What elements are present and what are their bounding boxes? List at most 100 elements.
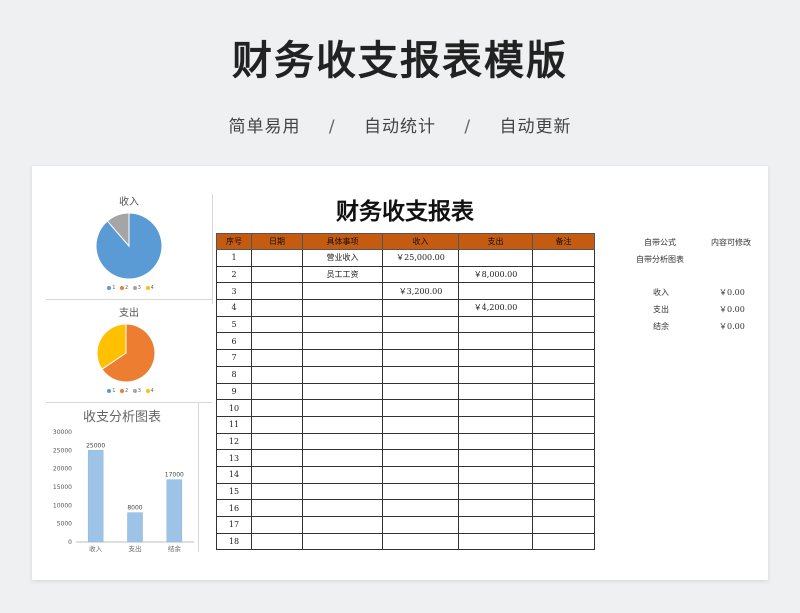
- note-cell[interactable]: [532, 265, 595, 284]
- row-number-cell[interactable]: 1: [216, 249, 252, 267]
- note-cell[interactable]: [532, 499, 595, 517]
- income-cell[interactable]: [382, 382, 459, 401]
- income-cell[interactable]: [382, 482, 459, 501]
- note-cell[interactable]: [532, 415, 595, 434]
- item-cell[interactable]: [302, 482, 383, 501]
- expense-cell[interactable]: [458, 432, 533, 451]
- note-cell[interactable]: [532, 399, 595, 417]
- item-cell[interactable]: [302, 365, 383, 384]
- expense-cell[interactable]: [458, 382, 533, 401]
- income-cell[interactable]: [382, 415, 459, 434]
- row-number-cell[interactable]: 3: [216, 282, 252, 301]
- date-cell[interactable]: [251, 449, 303, 467]
- date-cell[interactable]: [251, 415, 303, 434]
- row-number-cell[interactable]: 6: [216, 332, 252, 351]
- item-cell[interactable]: [302, 449, 383, 467]
- row-number-cell[interactable]: 2: [216, 265, 252, 284]
- item-cell[interactable]: [302, 332, 383, 351]
- row-number-cell[interactable]: 10: [216, 399, 252, 417]
- row-number-cell[interactable]: 14: [216, 465, 252, 484]
- item-cell[interactable]: [302, 382, 383, 401]
- item-cell[interactable]: [302, 299, 383, 317]
- expense-cell[interactable]: [458, 365, 533, 384]
- item-cell[interactable]: [302, 315, 383, 334]
- row-number-cell[interactable]: 12: [216, 432, 252, 451]
- income-cell[interactable]: [382, 499, 459, 517]
- row-number-cell[interactable]: 16: [216, 499, 252, 517]
- date-cell[interactable]: [251, 499, 303, 517]
- row-number-cell[interactable]: 8: [216, 365, 252, 384]
- income-cell[interactable]: ￥3,200.00: [382, 282, 459, 301]
- note-cell[interactable]: [532, 482, 595, 501]
- date-cell[interactable]: [251, 532, 303, 551]
- note-cell[interactable]: [532, 332, 595, 351]
- date-cell[interactable]: [251, 332, 303, 351]
- expense-cell[interactable]: [458, 532, 533, 551]
- item-cell[interactable]: [302, 532, 383, 551]
- note-cell[interactable]: [532, 282, 595, 301]
- note-cell[interactable]: [532, 249, 595, 267]
- date-cell[interactable]: [251, 249, 303, 267]
- income-cell[interactable]: [382, 265, 459, 284]
- item-cell[interactable]: [302, 282, 383, 301]
- expense-cell[interactable]: [458, 315, 533, 334]
- expense-cell[interactable]: [458, 449, 533, 467]
- expense-cell[interactable]: [458, 499, 533, 517]
- item-cell[interactable]: 营业收入: [302, 249, 383, 267]
- row-number-cell[interactable]: 11: [216, 415, 252, 434]
- note-cell[interactable]: [532, 465, 595, 484]
- row-number-cell[interactable]: 17: [216, 516, 252, 534]
- income-cell[interactable]: [382, 532, 459, 551]
- note-cell[interactable]: [532, 315, 595, 334]
- expense-cell[interactable]: [458, 465, 533, 484]
- note-cell[interactable]: [532, 299, 595, 317]
- date-cell[interactable]: [251, 265, 303, 284]
- expense-cell[interactable]: [458, 399, 533, 417]
- note-cell[interactable]: [532, 365, 595, 384]
- date-cell[interactable]: [251, 299, 303, 317]
- note-cell[interactable]: [532, 516, 595, 534]
- income-cell[interactable]: [382, 299, 459, 317]
- date-cell[interactable]: [251, 482, 303, 501]
- item-cell[interactable]: 员工工资: [302, 265, 383, 284]
- expense-cell[interactable]: [458, 349, 533, 367]
- item-cell[interactable]: [302, 399, 383, 417]
- income-cell[interactable]: [382, 399, 459, 417]
- income-cell[interactable]: [382, 349, 459, 367]
- note-cell[interactable]: [532, 349, 595, 367]
- note-cell[interactable]: [532, 449, 595, 467]
- item-cell[interactable]: [302, 415, 383, 434]
- expense-cell[interactable]: [458, 482, 533, 501]
- date-cell[interactable]: [251, 516, 303, 534]
- row-number-cell[interactable]: 4: [216, 299, 252, 317]
- date-cell[interactable]: [251, 399, 303, 417]
- income-cell[interactable]: ￥25,000.00: [382, 249, 459, 267]
- note-cell[interactable]: [532, 532, 595, 551]
- expense-cell[interactable]: [458, 332, 533, 351]
- note-cell[interactable]: [532, 382, 595, 401]
- income-cell[interactable]: [382, 332, 459, 351]
- date-cell[interactable]: [251, 465, 303, 484]
- expense-cell[interactable]: ￥4,200.00: [458, 299, 533, 317]
- income-cell[interactable]: [382, 449, 459, 467]
- note-cell[interactable]: [532, 432, 595, 451]
- date-cell[interactable]: [251, 382, 303, 401]
- expense-cell[interactable]: ￥8,000.00: [458, 265, 533, 284]
- expense-cell[interactable]: [458, 516, 533, 534]
- income-cell[interactable]: [382, 432, 459, 451]
- income-cell[interactable]: [382, 516, 459, 534]
- date-cell[interactable]: [251, 432, 303, 451]
- date-cell[interactable]: [251, 365, 303, 384]
- expense-cell[interactable]: [458, 415, 533, 434]
- date-cell[interactable]: [251, 282, 303, 301]
- row-number-cell[interactable]: 15: [216, 482, 252, 501]
- item-cell[interactable]: [302, 432, 383, 451]
- income-cell[interactable]: [382, 365, 459, 384]
- income-cell[interactable]: [382, 315, 459, 334]
- item-cell[interactable]: [302, 349, 383, 367]
- item-cell[interactable]: [302, 465, 383, 484]
- item-cell[interactable]: [302, 499, 383, 517]
- row-number-cell[interactable]: 7: [216, 349, 252, 367]
- row-number-cell[interactable]: 18: [216, 532, 252, 551]
- date-cell[interactable]: [251, 315, 303, 334]
